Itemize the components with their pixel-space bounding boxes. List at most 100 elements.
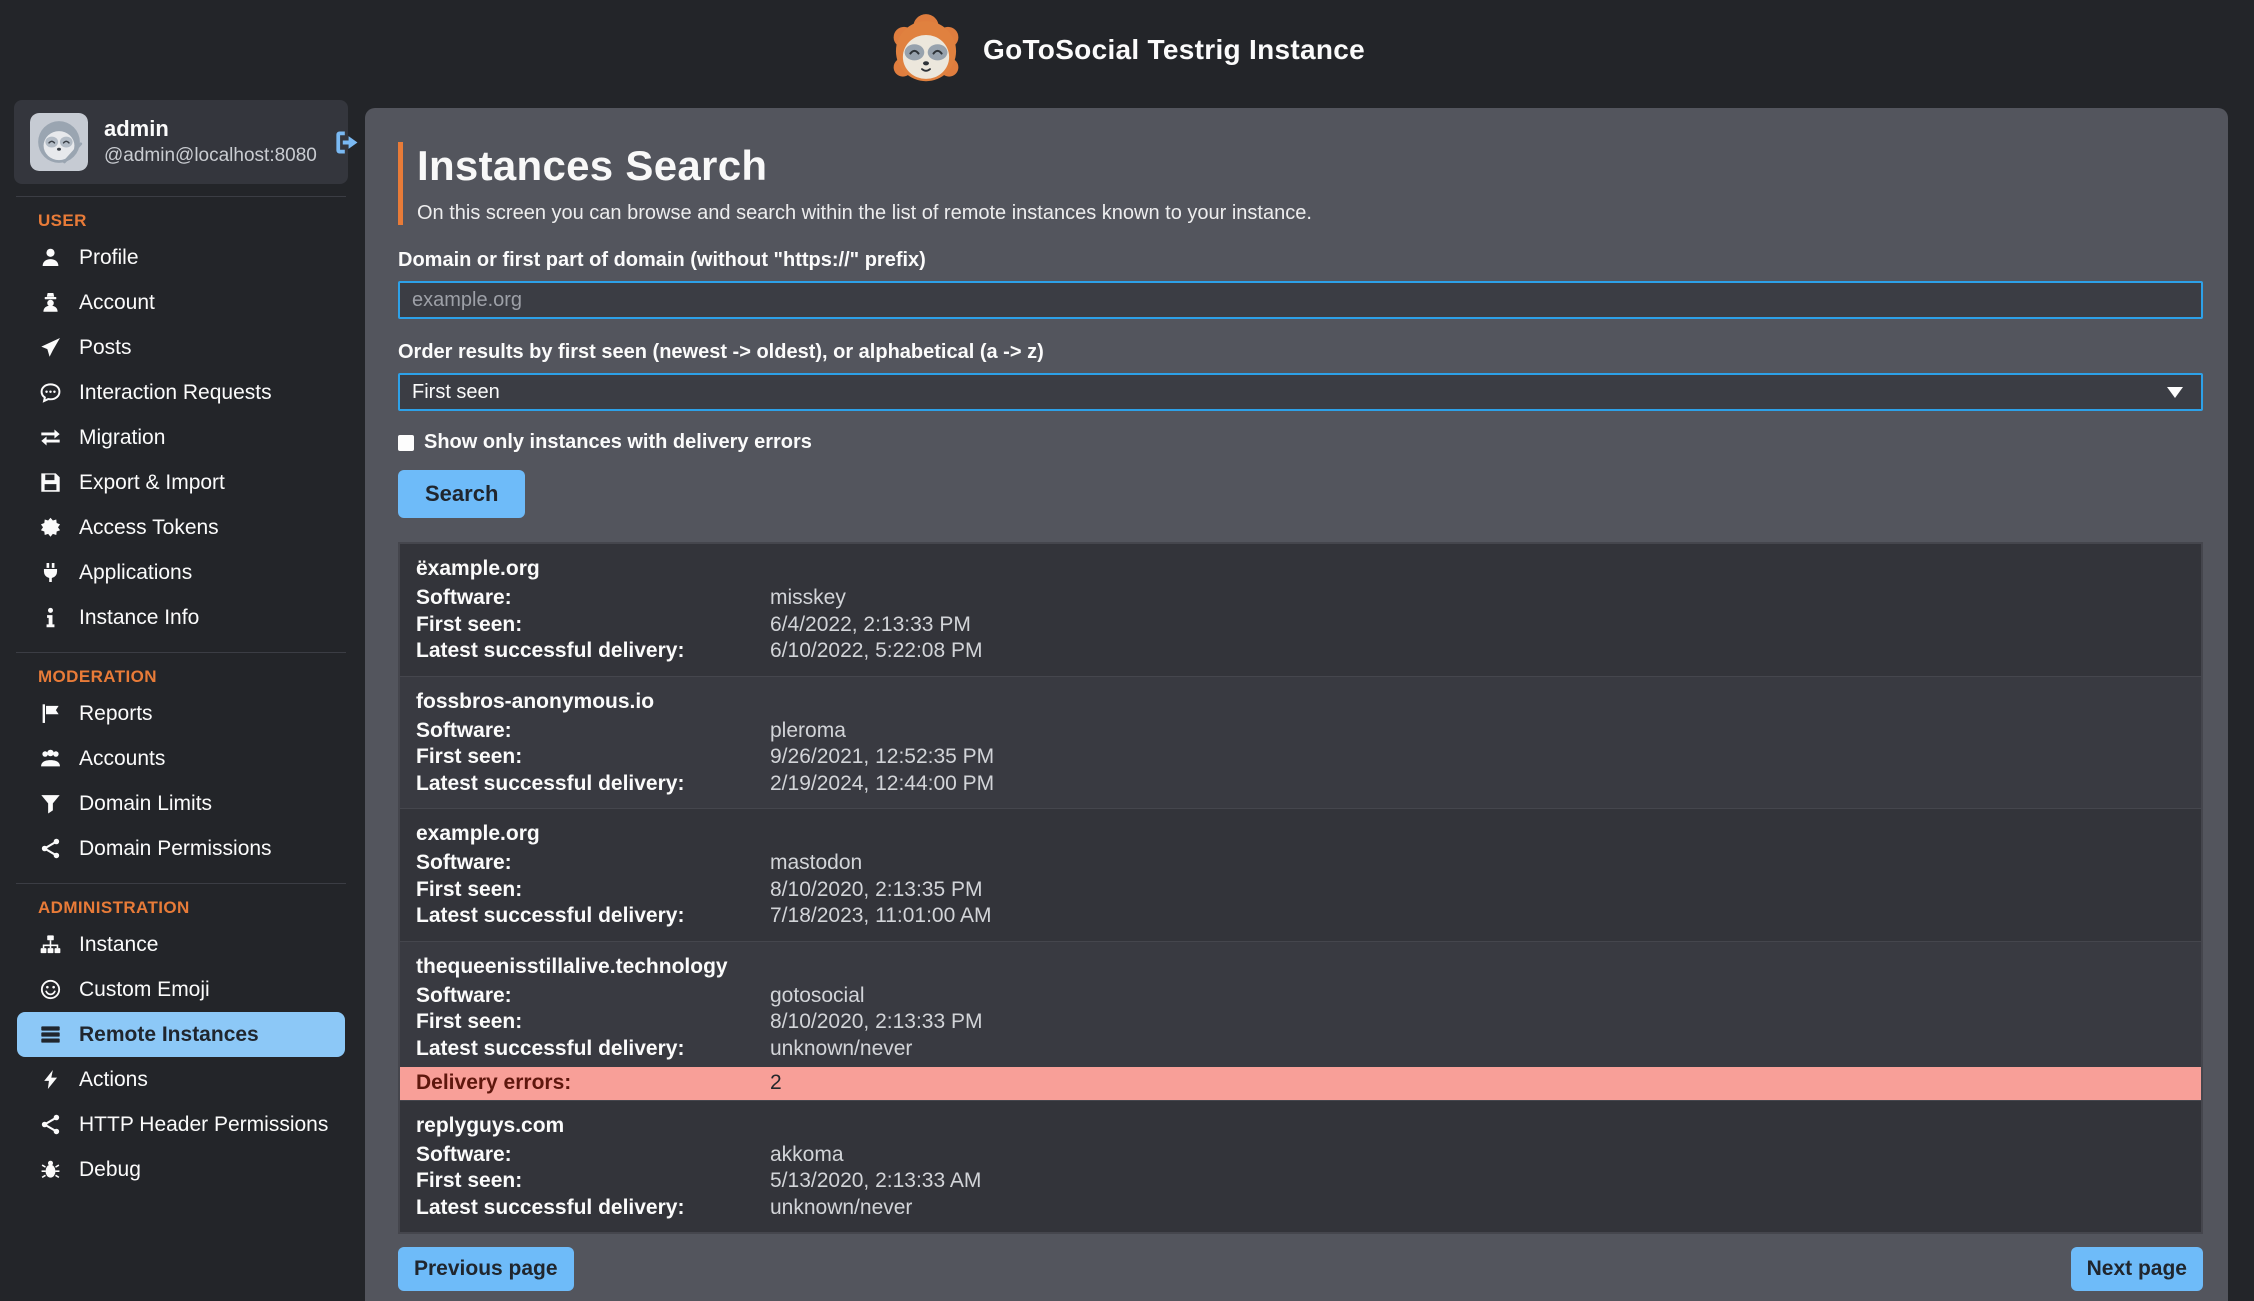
instance-entry[interactable]: replyguys.com Software:akkoma First seen… xyxy=(400,1101,2201,1233)
sidebar-item-debug[interactable]: Debug xyxy=(14,1147,348,1192)
field-value: 7/18/2023, 11:01:00 AM xyxy=(770,903,991,930)
sidebar-item-domain-permissions[interactable]: Domain Permissions xyxy=(14,826,348,871)
order-select-value: First seen xyxy=(412,381,500,404)
user-card[interactable]: admin @admin@localhost:8080 xyxy=(14,100,348,184)
sidebar-item-label: Debug xyxy=(79,1158,141,1182)
field-value: 8/10/2020, 2:13:35 PM xyxy=(770,877,983,904)
nav-moderation-section: Reports Accounts Domain Limits Domain Pe… xyxy=(14,691,348,871)
sidebar-item-interaction-requests[interactable]: Interaction Requests xyxy=(14,370,348,415)
field-value: unknown/never xyxy=(770,1036,912,1063)
sidebar-item-migration[interactable]: Migration xyxy=(14,415,348,460)
logout-button[interactable] xyxy=(333,129,360,156)
sidebar-item-access-tokens[interactable]: Access Tokens xyxy=(14,505,348,550)
pagination: Previous page Next page xyxy=(398,1247,2203,1291)
instance-field-row: Software:akkoma xyxy=(416,1142,2185,1169)
sidebar-item-label: Remote Instances xyxy=(79,1023,259,1047)
bolt-icon xyxy=(38,1069,62,1090)
user-icon xyxy=(38,247,62,268)
sidebar-item-label: Export & Import xyxy=(79,471,225,495)
sidebar-item-instance-info[interactable]: Instance Info xyxy=(14,595,348,640)
instance-field-row: Software:misskey xyxy=(416,585,2185,612)
sidebar-item-label: Access Tokens xyxy=(79,516,219,540)
instance-entry[interactable]: fossbros-anonymous.io Software:pleroma F… xyxy=(400,677,2201,810)
sidebar-item-profile[interactable]: Profile xyxy=(14,235,348,280)
domain-search-input[interactable] xyxy=(398,281,2203,319)
paper-plane-icon xyxy=(38,337,62,358)
section-label-user: USER xyxy=(14,201,348,235)
sidebar-item-label: Posts xyxy=(79,336,132,360)
sidebar-item-label: Migration xyxy=(79,426,165,450)
instance-entry[interactable]: ëxample.org Software:misskey First seen:… xyxy=(400,544,2201,677)
certificate-icon xyxy=(38,517,62,538)
field-label: Latest successful delivery: xyxy=(416,903,770,930)
field-label: First seen: xyxy=(416,1168,770,1195)
field-value: 2 xyxy=(770,1070,782,1097)
user-name: admin xyxy=(104,115,317,144)
sidebar-item-domain-limits[interactable]: Domain Limits xyxy=(14,781,348,826)
page-header: Instances Search On this screen you can … xyxy=(398,142,2203,225)
sidebar-item-label: Reports xyxy=(79,702,153,726)
instance-domain: ëxample.org xyxy=(416,555,2185,582)
field-value: 8/10/2020, 2:13:33 PM xyxy=(770,1009,983,1036)
field-label: First seen: xyxy=(416,1009,770,1036)
field-value: 6/4/2022, 2:13:33 PM xyxy=(770,612,971,639)
instance-field-row: First seen:8/10/2020, 2:13:35 PM xyxy=(416,877,2185,904)
instance-list: ëxample.org Software:misskey First seen:… xyxy=(398,542,2203,1234)
next-page-button[interactable]: Next page xyxy=(2071,1247,2203,1291)
sidebar-item-label: Actions xyxy=(79,1068,148,1092)
search-button[interactable]: Search xyxy=(398,470,525,518)
sidebar-item-label: Domain Permissions xyxy=(79,837,272,861)
sidebar-item-instance[interactable]: Instance xyxy=(14,922,348,967)
sidebar-item-export-import[interactable]: Export & Import xyxy=(14,460,348,505)
sidebar-item-posts[interactable]: Posts xyxy=(14,325,348,370)
site-header: GoToSocial Testrig Instance xyxy=(0,0,2254,100)
instance-field-row: Software:gotosocial xyxy=(416,983,2185,1010)
sidebar-item-applications[interactable]: Applications xyxy=(14,550,348,595)
delivery-errors-checkbox-row: Show only instances with delivery errors xyxy=(398,431,2203,454)
sidebar-item-reports[interactable]: Reports xyxy=(14,691,348,736)
instance-field-row: Software:pleroma xyxy=(416,718,2185,745)
previous-page-button[interactable]: Previous page xyxy=(398,1247,574,1291)
sidebar-item-custom-emoji[interactable]: Custom Emoji xyxy=(14,967,348,1012)
delivery-errors-checkbox[interactable] xyxy=(398,435,414,451)
instance-entry[interactable]: example.org Software:mastodon First seen… xyxy=(400,809,2201,942)
field-label: Latest successful delivery: xyxy=(416,1195,770,1222)
field-value: 5/13/2020, 2:13:33 AM xyxy=(770,1168,981,1195)
instance-domain: replyguys.com xyxy=(416,1112,2185,1139)
field-label: Software: xyxy=(416,983,770,1010)
sidebar-item-label: Interaction Requests xyxy=(79,381,272,405)
field-value: pleroma xyxy=(770,718,846,745)
server-icon xyxy=(38,1024,62,1045)
user-handle: @admin@localhost:8080 xyxy=(104,144,317,169)
sidebar-item-label: Instance Info xyxy=(79,606,199,630)
field-label: Delivery errors: xyxy=(416,1070,770,1097)
sidebar-item-http-header-permissions[interactable]: HTTP Header Permissions xyxy=(14,1102,348,1147)
sidebar-item-label: Profile xyxy=(79,246,139,270)
chevron-down-icon xyxy=(2167,387,2183,398)
field-label: First seen: xyxy=(416,744,770,771)
sidebar-item-label: Instance xyxy=(79,933,158,957)
field-label: Latest successful delivery: xyxy=(416,771,770,798)
delivery-errors-checkbox-label: Show only instances with delivery errors xyxy=(424,431,812,454)
user-secret-icon xyxy=(38,292,62,313)
field-label: Software: xyxy=(416,1142,770,1169)
instance-entry[interactable]: thequeenisstillalive.technology Software… xyxy=(400,942,2201,1101)
page-title: Instances Search xyxy=(417,142,2203,190)
sidebar-item-label: HTTP Header Permissions xyxy=(79,1113,328,1137)
field-label: First seen: xyxy=(416,612,770,639)
settings-sidebar: admin @admin@localhost:8080 USER Profile xyxy=(14,100,348,1192)
sidebar-item-remote-instances[interactable]: Remote Instances xyxy=(17,1012,345,1057)
sidebar-item-account[interactable]: Account xyxy=(14,280,348,325)
sidebar-item-accounts[interactable]: Accounts xyxy=(14,736,348,781)
field-value: mastodon xyxy=(770,850,862,877)
avatar xyxy=(30,113,88,171)
nav-user-section: Profile Account Posts Interaction Reques… xyxy=(14,235,348,640)
section-label-moderation: MODERATION xyxy=(14,657,348,691)
instance-field-row: First seen:9/26/2021, 12:52:35 PM xyxy=(416,744,2185,771)
sidebar-item-actions[interactable]: Actions xyxy=(14,1057,348,1102)
field-label: First seen: xyxy=(416,877,770,904)
sidebar-divider xyxy=(16,196,346,197)
instance-field-row: Software:mastodon xyxy=(416,850,2185,877)
order-select[interactable]: First seen xyxy=(398,373,2203,411)
arrow-right-from-bracket-icon xyxy=(333,129,360,156)
